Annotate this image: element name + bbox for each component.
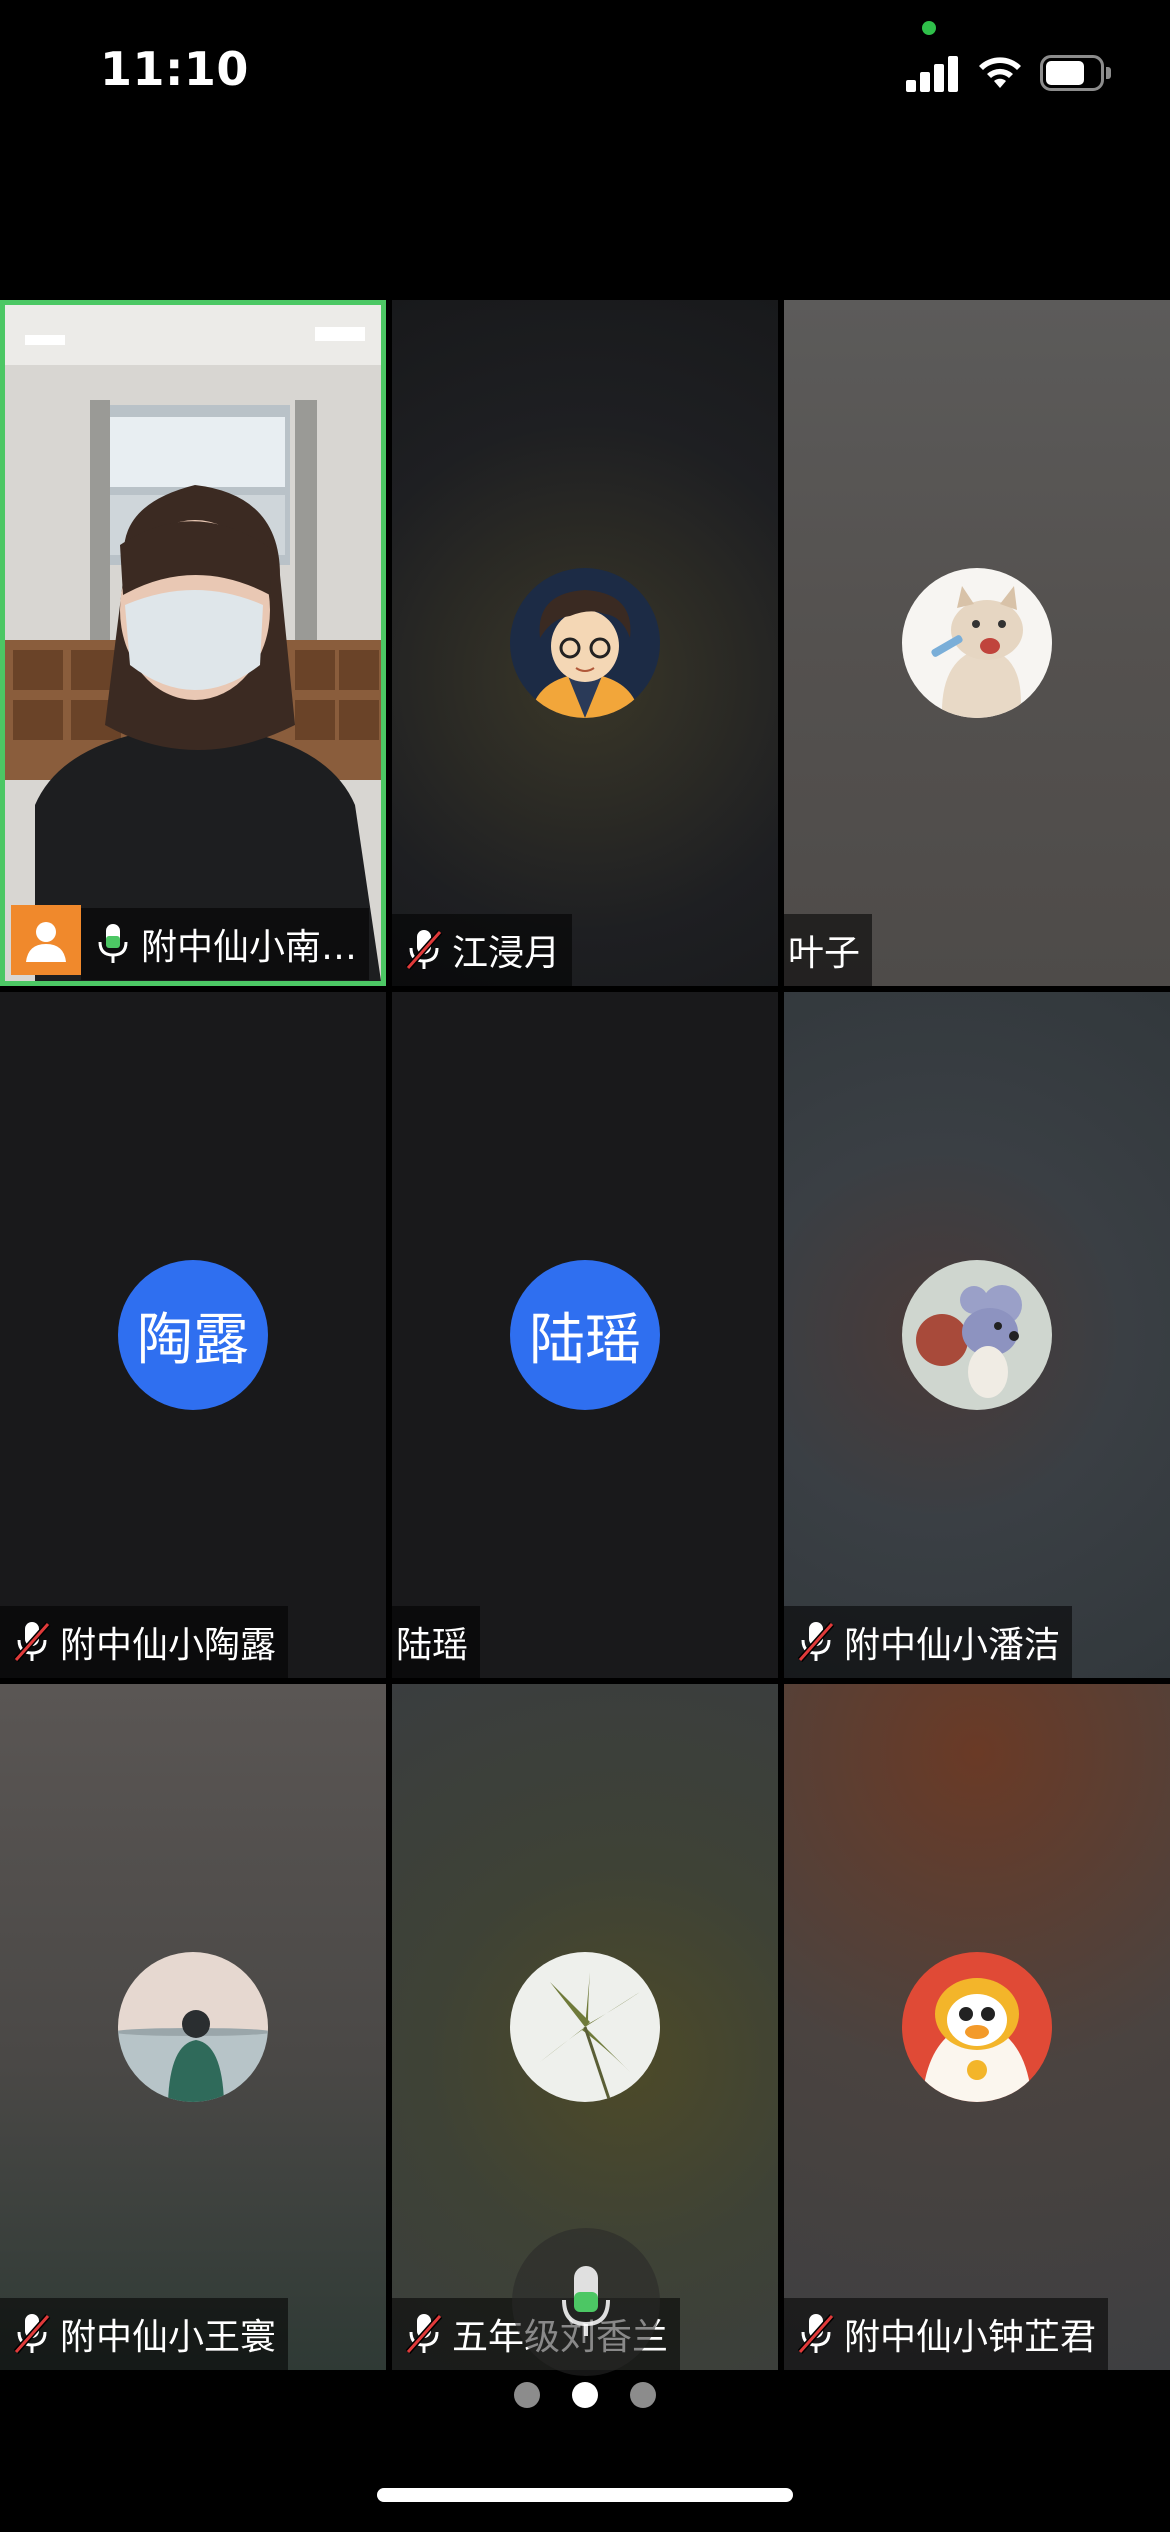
participant-video — [5, 305, 381, 981]
participant-name-tag: 附中仙小南… — [81, 908, 370, 980]
participant-name-tag: 江浸月 — [392, 914, 573, 986]
page-dot[interactable] — [514, 2382, 540, 2408]
cartoon-mouse-avatar — [902, 1260, 1052, 1410]
microphone-on-icon — [562, 2266, 610, 2336]
participant-name: 附中仙小王寰 — [60, 2317, 277, 2358]
person-icon — [11, 905, 81, 975]
participant-name: 陆瑶 — [396, 1625, 469, 1666]
participant-name-tag: 附中仙小潘洁 — [784, 1606, 1073, 1678]
cartoon-glasses-avatar — [510, 568, 660, 718]
initials-avatar: 陆瑶 — [510, 1260, 660, 1410]
participant-name: 附中仙小钟芷君 — [844, 2317, 1097, 2358]
participant-name: 叶子 — [788, 933, 861, 974]
participant-name: 附中仙小陶露 — [60, 1625, 277, 1666]
status-bar: 11:10 — [0, 0, 1170, 150]
microphone-muted-icon — [405, 930, 443, 970]
participant-name-tag: 附中仙小钟芷君 — [784, 2298, 1109, 2370]
page-indicator[interactable] — [0, 2382, 1170, 2412]
participant-grid: 附中仙小南… 江浸月 叶子 陶露 附中仙小陶露 陆瑶 陆瑶 附中仙小潘洁 附中仙… — [0, 300, 1170, 2370]
battery-icon — [1040, 55, 1112, 91]
participant-name: 附中仙小南… — [141, 927, 358, 968]
microphone-muted-icon — [797, 2314, 835, 2354]
participant-tile[interactable]: 附中仙小潘洁 — [784, 992, 1170, 1678]
page-dot[interactable] — [630, 2382, 656, 2408]
microphone-toggle-button[interactable] — [512, 2228, 660, 2376]
wifi-icon — [979, 57, 1021, 88]
camera-indicator — [922, 21, 936, 35]
participant-tile[interactable]: 附中仙小王寰 — [0, 1684, 386, 2370]
page-dot-active[interactable] — [572, 2382, 598, 2408]
bamboo-leaves-avatar — [510, 1952, 660, 2102]
status-time: 11:10 — [100, 42, 249, 96]
participant-name-tag: 叶子 — [784, 914, 873, 986]
microphone-muted-icon — [13, 2314, 51, 2354]
microphone-on-icon — [98, 924, 128, 963]
participant-name-tag: 附中仙小王寰 — [0, 2298, 289, 2370]
microphone-muted-icon — [797, 1622, 835, 1662]
participant-tile[interactable]: 附中仙小钟芷君 — [784, 1684, 1170, 2370]
participant-name-tag: 陆瑶 — [392, 1606, 481, 1678]
cat-avatar — [902, 568, 1052, 718]
participant-name-tag: 附中仙小陶露 — [0, 1606, 289, 1678]
home-indicator[interactable] — [377, 2488, 793, 2502]
lake-photo-avatar — [118, 1952, 268, 2102]
microphone-muted-icon — [405, 2314, 443, 2354]
participant-tile[interactable]: 附中仙小南… — [0, 300, 386, 986]
participant-name: 附中仙小潘洁 — [844, 1625, 1061, 1666]
participant-tile[interactable]: 叶子 — [784, 300, 1170, 986]
cellular-signal-icon — [906, 56, 960, 92]
participant-name: 江浸月 — [452, 933, 561, 974]
microphone-muted-icon — [13, 1622, 51, 1662]
participant-tile[interactable]: 江浸月 — [392, 300, 778, 986]
initials-avatar: 陶露 — [118, 1260, 268, 1410]
tiger-duck-avatar — [902, 1952, 1052, 2102]
participant-tile[interactable]: 陆瑶 陆瑶 — [392, 992, 778, 1678]
participant-tile[interactable]: 陶露 附中仙小陶露 — [0, 992, 386, 1678]
